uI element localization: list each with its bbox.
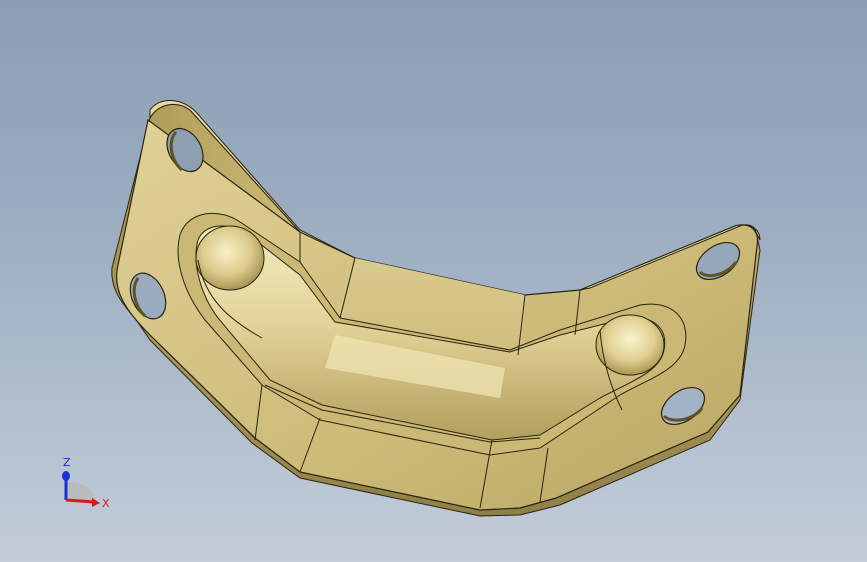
bracket-model[interactable] [0, 0, 867, 562]
x-axis-line [65, 498, 95, 504]
z-axis-arrow-icon [62, 471, 70, 481]
triad-plane-wedge [66, 482, 96, 500]
rib-dome-left [195, 225, 265, 291]
graphics-viewport[interactable]: Z X [0, 0, 867, 562]
x-axis-label: X [102, 497, 110, 510]
z-axis-label: Z [63, 456, 71, 469]
x-axis-arrow-icon [92, 498, 100, 507]
coordinate-triad: Z X [62, 456, 110, 510]
